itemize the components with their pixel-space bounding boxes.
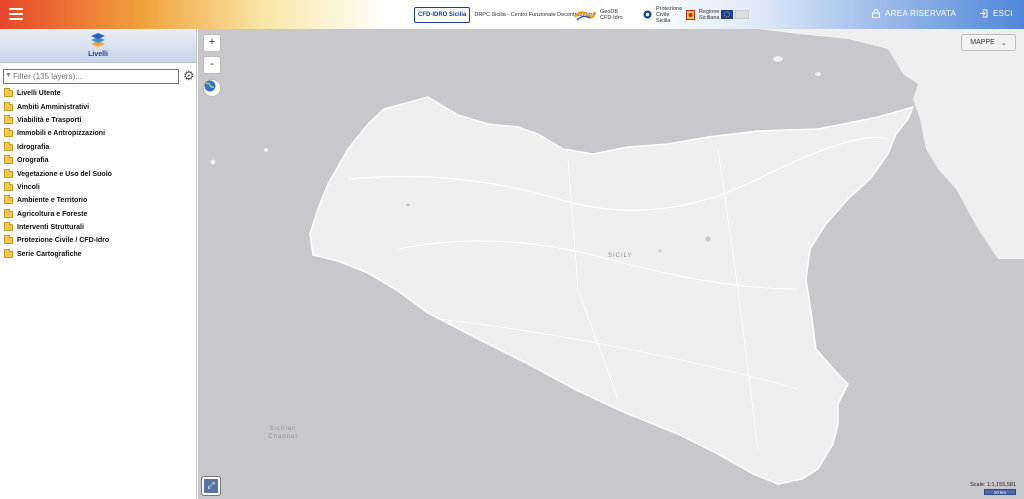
esci-link[interactable]: ESCI bbox=[979, 9, 1013, 18]
protezione-text: Protezione Civile Sicilia bbox=[656, 5, 683, 24]
layer-group-label: Vegetazione e Uso del Suolo bbox=[17, 170, 112, 178]
layer-group-label: Interventi Strutturali bbox=[17, 224, 84, 232]
expand-icon[interactable]: ⤢ bbox=[201, 476, 221, 496]
layer-group-label: Orografia bbox=[17, 157, 49, 165]
folder-icon bbox=[4, 141, 13, 151]
esci-label: ESCI bbox=[993, 9, 1013, 18]
regione-crest-icon bbox=[686, 9, 695, 20]
layer-group-label: Serie Cartografiche bbox=[17, 250, 82, 258]
cfd-idro-badge: CFD-IDRO Sicilia bbox=[414, 6, 471, 23]
hamburger-menu-icon[interactable] bbox=[9, 8, 23, 20]
layer-group-label: Livelli Utente bbox=[17, 90, 61, 98]
lock-icon bbox=[872, 9, 880, 18]
zoom-out-button[interactable]: - bbox=[203, 56, 221, 74]
scale-bar: 20 km bbox=[984, 489, 1016, 495]
layer-group-idrografia[interactable]: Idrografia bbox=[4, 141, 112, 154]
scale-indicator: Scale: 1:1,155,581 20 km bbox=[970, 482, 1016, 495]
layer-group-label: Protezione Civile / CFD-Idro bbox=[17, 237, 110, 245]
layer-group-label: Ambiente e Territorio bbox=[17, 197, 88, 205]
layers-stack-icon bbox=[91, 33, 105, 47]
filter-row: ▼ ⚙ bbox=[3, 69, 195, 85]
folder-icon bbox=[4, 181, 13, 191]
geodb-logo: GeoDB CFD-Idro bbox=[574, 4, 626, 25]
layer-group-protezione-civile[interactable]: Protezione Civile / CFD-Idro bbox=[4, 234, 112, 247]
layer-group-label: Viabilità e Trasporti bbox=[17, 116, 82, 124]
layer-tree: Livelli Utente Ambiti Amministrativi Via… bbox=[4, 87, 112, 261]
folder-icon bbox=[4, 168, 13, 178]
regione-text: Regione Siciliana bbox=[699, 8, 720, 21]
layer-filter-input[interactable] bbox=[3, 69, 179, 84]
layer-group-ambiente[interactable]: Ambiente e Territorio bbox=[4, 194, 112, 207]
top-bar: CFD-IDRO Sicilia DRPC Sicilia - Centro F… bbox=[0, 0, 1024, 29]
folder-icon bbox=[4, 88, 13, 98]
folder-icon bbox=[4, 114, 13, 124]
mappe-dropdown[interactable]: MAPPE ⌄ bbox=[961, 34, 1016, 51]
layer-group-viabilita-trasporti[interactable]: Viabilità e Trasporti bbox=[4, 114, 112, 127]
folder-icon bbox=[4, 222, 13, 232]
layer-group-orografia[interactable]: Orografia bbox=[4, 154, 112, 167]
folder-icon bbox=[4, 208, 13, 218]
layer-group-label: Idrografia bbox=[17, 143, 50, 151]
layer-group-livelli-utente[interactable]: Livelli Utente bbox=[4, 87, 112, 100]
sidebar-title: Livelli bbox=[88, 51, 108, 58]
geodb-swirl-icon bbox=[574, 10, 596, 21]
folder-icon bbox=[4, 195, 13, 205]
eu-flags-icon bbox=[721, 10, 749, 19]
logout-icon bbox=[980, 9, 988, 18]
area-riservata-link[interactable]: AREA RISERVATA bbox=[872, 9, 956, 18]
livelli-tab[interactable]: Livelli bbox=[0, 29, 196, 63]
base-map bbox=[210, 29, 1024, 485]
layer-group-interventi[interactable]: Interventi Strutturali bbox=[4, 221, 112, 234]
layer-group-label: Ambiti Amministrativi bbox=[17, 103, 90, 111]
mappe-label: MAPPE bbox=[970, 39, 995, 46]
layer-group-ambiti-amministrativi[interactable]: Ambiti Amministrativi bbox=[4, 100, 112, 113]
partner-logos: Protezione Civile Sicilia Regione Sicili… bbox=[643, 4, 749, 25]
zoom-in-button[interactable]: + bbox=[203, 34, 221, 52]
folder-icon bbox=[4, 248, 13, 258]
folder-icon bbox=[4, 101, 13, 111]
geodb-text: GeoDB CFD-Idro bbox=[600, 8, 623, 21]
map-view[interactable]: + - MAPPE ⌄ SICILY Sicilian Channel ⤢ Sc… bbox=[198, 29, 1024, 499]
layer-group-label: Immobili e Antropizzazioni bbox=[17, 130, 106, 138]
scale-text: Scale: 1:1,155,581 bbox=[970, 482, 1016, 488]
chevron-down-icon: ⌄ bbox=[1000, 39, 1007, 47]
protezione-civile-icon bbox=[643, 10, 652, 19]
funnel-icon: ▼ bbox=[5, 72, 12, 79]
layer-group-vincoli[interactable]: Vincoli bbox=[4, 181, 112, 194]
layer-group-label: Agricoltura e Foreste bbox=[17, 210, 88, 218]
globe-icon[interactable] bbox=[203, 79, 221, 97]
layers-sidebar: Livelli ▼ ⚙ Livelli Utente Ambiti Ammini… bbox=[0, 29, 197, 499]
layer-group-immobili[interactable]: Immobili e Antropizzazioni bbox=[4, 127, 112, 140]
layer-group-serie-cartografiche[interactable]: Serie Cartografiche bbox=[4, 248, 112, 261]
layer-group-agricoltura[interactable]: Agricoltura e Foreste bbox=[4, 208, 112, 221]
folder-icon bbox=[4, 128, 13, 138]
sicilian-channel-label: Sicilian Channel bbox=[268, 426, 298, 440]
layer-group-vegetazione[interactable]: Vegetazione e Uso del Suolo bbox=[4, 167, 112, 180]
gear-icon[interactable]: ⚙ bbox=[183, 69, 196, 83]
sicily-map-label: SICILY bbox=[608, 253, 633, 259]
sicily-island bbox=[309, 96, 915, 485]
layer-group-label: Vincoli bbox=[17, 183, 40, 191]
area-riservata-label: AREA RISERVATA bbox=[885, 9, 957, 18]
folder-icon bbox=[4, 155, 13, 165]
folder-icon bbox=[4, 235, 13, 245]
drpc-logo: CFD-IDRO Sicilia DRPC Sicilia - Centro F… bbox=[414, 4, 595, 25]
